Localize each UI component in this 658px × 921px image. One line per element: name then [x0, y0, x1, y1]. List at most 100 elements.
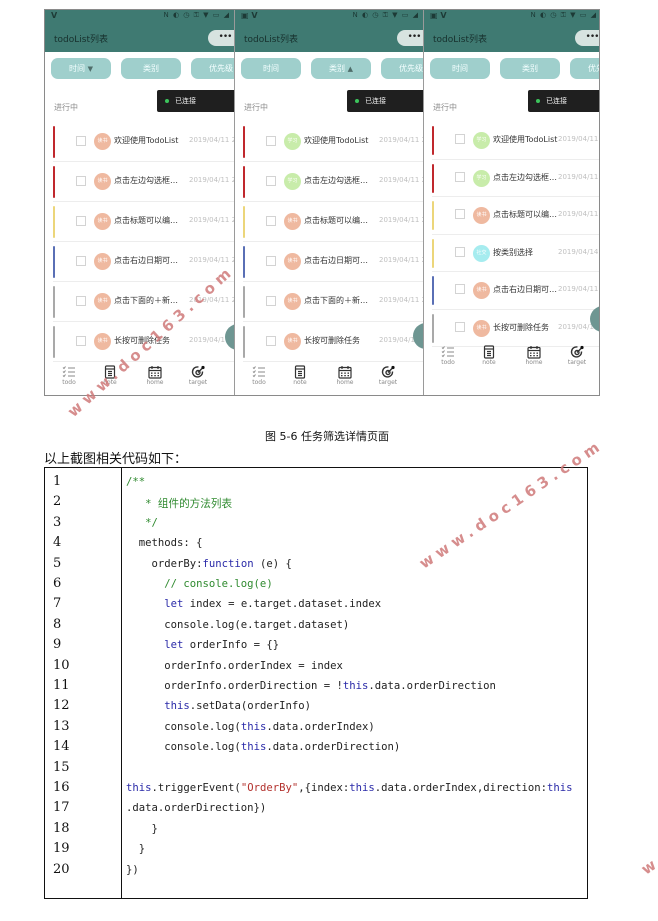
tab-todo[interactable]: todo — [433, 344, 463, 366]
category-tag: 读书 — [473, 319, 490, 337]
filter-button[interactable]: 类别 — [500, 58, 560, 79]
task-date[interactable]: 2019/04/1 — [189, 336, 225, 344]
task-title[interactable]: 点击右边日期可… — [493, 284, 557, 295]
task-title[interactable]: 长按可删除任务 — [493, 322, 549, 333]
task-date[interactable]: 2019/04/11 2 — [558, 285, 599, 293]
task-date[interactable]: 2019/04/11 2 — [189, 216, 234, 224]
task-date[interactable]: 2019/04/14 1 — [558, 248, 599, 256]
task-title[interactable]: 点击左边勾选框… — [493, 172, 557, 183]
task-checkbox[interactable] — [455, 246, 465, 257]
task-title[interactable]: 点击下面的＋新… — [114, 295, 178, 306]
task-date[interactable]: 2019/04/11 2 — [189, 136, 234, 144]
task-checkbox[interactable] — [455, 171, 465, 182]
tab-home[interactable]: home — [519, 344, 549, 366]
tab-note[interactable]: note — [474, 344, 504, 366]
task-item[interactable]: 读书 点击左边勾选框… 2019/04/11 2 — [53, 162, 234, 202]
task-date[interactable]: 2019/04/11 2 — [379, 176, 423, 184]
filter-label: 优先级 — [399, 64, 423, 73]
filter-button[interactable]: 类别 — [121, 58, 181, 79]
checklist-icon — [62, 364, 76, 378]
priority-bar — [432, 163, 434, 193]
task-item[interactable]: 学习点击左边勾选框…2019/04/11 2 — [432, 160, 599, 197]
task-item[interactable]: 读书点击标题可以编…2019/04/11 2 — [53, 202, 234, 242]
task-date[interactable]: 2019/04/11 2 — [558, 135, 599, 143]
task-date[interactable]: 2019/04/11 2 — [558, 173, 599, 181]
task-checkbox[interactable] — [266, 336, 276, 346]
task-checkbox[interactable] — [455, 284, 465, 294]
task-item[interactable]: 读书点击标题可以编…2019/04/11 2 — [432, 197, 599, 235]
task-checkbox[interactable] — [266, 136, 276, 146]
task-title[interactable]: 点击左边勾选框… — [304, 175, 368, 186]
task-checkbox[interactable] — [455, 134, 465, 144]
task-title[interactable]: 欢迎使用TodoList — [304, 135, 368, 146]
tab-note[interactable]: note — [285, 364, 315, 386]
more-menu-button[interactable]: ••• — [208, 30, 234, 46]
task-item[interactable]: 学习欢迎使用TodoList2019/04/11 2 — [432, 122, 599, 160]
task-checkbox[interactable] — [266, 216, 276, 226]
filter-button[interactable]: 时间 — [241, 58, 301, 79]
task-date[interactable]: 2019/04/11 2 — [379, 256, 423, 264]
filter-button[interactable]: 优先级 — [191, 58, 234, 79]
task-title[interactable]: 欢迎使用TodoList — [493, 134, 557, 145]
filter-button[interactable]: 时间 — [430, 58, 490, 79]
filter-button[interactable]: 类别 ▲ — [311, 58, 371, 79]
tab-todo[interactable]: todo — [244, 364, 274, 386]
task-checkbox[interactable] — [76, 296, 86, 306]
task-checkbox[interactable] — [76, 336, 86, 346]
tab-home[interactable]: home — [140, 364, 170, 386]
filter-button[interactable]: 时间 ▼ — [51, 58, 111, 79]
task-title[interactable]: 点击标题可以编… — [114, 215, 178, 226]
tab-target[interactable]: target — [562, 344, 592, 366]
tab-bar: todo note home target — [235, 364, 423, 394]
task-title[interactable]: 点击下面的＋新… — [304, 295, 368, 306]
task-item[interactable]: 学习欢迎使用TodoList2019/04/11 2 — [243, 122, 423, 162]
tab-target[interactable]: target — [183, 364, 213, 386]
filter-bar: 时间 ▼ 类别 优先级 — [45, 58, 234, 80]
task-checkbox[interactable] — [266, 176, 276, 186]
task-checkbox[interactable] — [76, 136, 86, 146]
task-item[interactable]: 读书 点击下面的＋新… 2019/04/11 2 — [243, 282, 423, 322]
task-title[interactable]: 点击右边日期可… — [304, 255, 368, 266]
task-date[interactable]: 2019/04/11 2 — [558, 210, 599, 218]
task-title[interactable]: 点击右边日期可… — [114, 255, 178, 266]
task-item[interactable]: 读书点击右边日期可…2019/04/11 2 — [432, 272, 599, 310]
task-date[interactable]: 2019/04/11 2 — [379, 136, 423, 144]
code-token: "OrderBy" — [240, 782, 299, 794]
task-item[interactable]: 读书 长按可删除任务 2019/04/1 — [243, 322, 423, 362]
task-checkbox[interactable] — [455, 321, 465, 332]
tab-todo[interactable]: todo — [54, 364, 84, 386]
task-item[interactable]: 读书点击右边日期可…2019/04/11 2 — [243, 242, 423, 282]
task-date[interactable]: 2019/04/1 — [558, 323, 594, 331]
category-tag: 学习 — [473, 132, 490, 149]
task-item[interactable]: 社交按类别选择 2019/04/14 1 — [432, 235, 599, 272]
tab-home[interactable]: home — [330, 364, 360, 386]
task-title[interactable]: 长按可删除任务 — [304, 335, 360, 346]
task-checkbox[interactable] — [266, 296, 276, 306]
task-date[interactable]: 2019/04/1 — [379, 336, 415, 344]
task-checkbox[interactable] — [266, 256, 276, 266]
filter-button[interactable]: 优先级 — [381, 58, 423, 79]
task-item[interactable]: 学习点击左边勾选框…2019/04/11 2 — [243, 162, 423, 202]
task-date[interactable]: 2019/04/11 2 — [379, 216, 423, 224]
filter-button[interactable]: 优先级 — [570, 58, 599, 79]
task-checkbox[interactable] — [455, 209, 465, 219]
tab-target[interactable]: target — [373, 364, 403, 386]
task-item[interactable]: 读书 欢迎使用TodoList 2019/04/11 2 — [53, 122, 234, 162]
task-checkbox[interactable] — [76, 256, 86, 266]
task-title[interactable]: 点击标题可以编… — [493, 209, 557, 220]
more-menu-button[interactable]: ••• — [397, 30, 423, 46]
more-menu-button[interactable]: ••• — [575, 30, 599, 46]
task-date[interactable]: 2019/04/11 2 — [379, 296, 423, 304]
task-checkbox[interactable] — [76, 216, 86, 226]
task-checkbox[interactable] — [76, 176, 86, 186]
task-title[interactable]: 按类别选择 — [493, 247, 533, 258]
task-date[interactable]: 2019/04/11 2 — [189, 176, 234, 184]
task-item[interactable]: 读书点击标题可以编…2019/04/11 2 — [243, 202, 423, 242]
task-title[interactable]: 点击标题可以编… — [304, 215, 368, 226]
code-text: methods: { — [126, 537, 203, 549]
task-item[interactable]: 读书 长按可删除任务 2019/04/1 — [432, 310, 599, 347]
task-title[interactable]: 欢迎使用TodoList — [114, 135, 178, 146]
task-item[interactable]: 读书点击右边日期可…2019/04/11 2 — [53, 242, 234, 282]
filter-label: 时间 — [452, 64, 468, 73]
task-title[interactable]: 点击左边勾选框… — [114, 175, 178, 186]
